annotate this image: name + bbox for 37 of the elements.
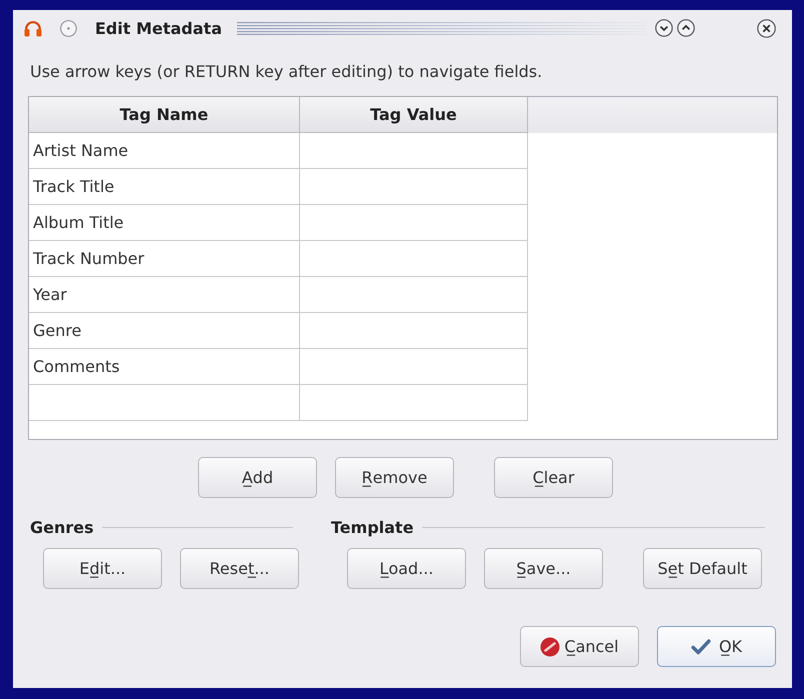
minimize-icon[interactable]: [655, 19, 673, 37]
headphones-icon: [24, 20, 42, 36]
circle-icon[interactable]: [60, 20, 77, 36]
cancel-icon: [540, 636, 560, 656]
tag-value-cell[interactable]: [300, 277, 528, 313]
tag-value-cell[interactable]: [300, 241, 528, 277]
tag-value-cell[interactable]: [300, 133, 528, 169]
section-heading: Template: [331, 518, 414, 536]
ok-button[interactable]: O̲K: [657, 626, 776, 667]
tag-value-cell[interactable]: [300, 205, 528, 241]
close-icon[interactable]: [757, 18, 776, 38]
tag-name-cell[interactable]: Genre: [29, 313, 300, 349]
tag-name-cell[interactable]: Year: [29, 277, 300, 313]
tag-value-cell[interactable]: [300, 349, 528, 385]
tag-name-cell[interactable]: Track Title: [29, 169, 300, 205]
tag-value-cell[interactable]: [300, 313, 528, 349]
section-heading: Genres: [30, 518, 94, 536]
tag-name-cell[interactable]: Track Number: [29, 241, 300, 277]
add-button[interactable]: A̲dd: [198, 457, 317, 498]
instruction-text: Use arrow keys (or RETURN key after editing) to navigate fields.: [30, 62, 542, 82]
window-title: Edit Metadata: [95, 18, 222, 38]
column-header[interactable]: Tag Value: [300, 97, 528, 133]
clear-button[interactable]: C̲lear: [494, 457, 613, 498]
tag-name-cell[interactable]: Album Title: [29, 205, 300, 241]
cancel-button[interactable]: C̲ancel: [520, 626, 639, 667]
tag-name-cell[interactable]: Comments: [29, 349, 300, 385]
maximize-icon[interactable]: [677, 19, 695, 37]
save-button[interactable]: S̲ave...: [484, 548, 603, 589]
load-button[interactable]: L̲oad...: [347, 548, 466, 589]
reset-button[interactable]: Reset̲...: [180, 548, 299, 589]
check-icon: [690, 638, 711, 654]
tag-value-cell[interactable]: [300, 169, 528, 205]
set-default-button[interactable]: Se̲t Default: [643, 548, 762, 589]
column-header[interactable]: Tag Name: [29, 97, 300, 133]
remove-button[interactable]: R̲emove: [335, 457, 454, 498]
tag-name-cell[interactable]: Artist Name: [29, 133, 300, 169]
edit-button[interactable]: Ed̲it...: [43, 548, 162, 589]
